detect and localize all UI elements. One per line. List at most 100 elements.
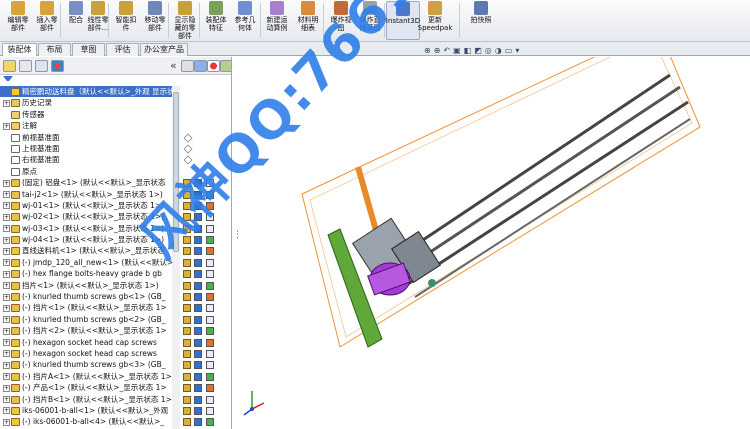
move-part-button[interactable]: 移动零 部件 <box>141 1 169 40</box>
tree-item[interactable]: 前视基准面 <box>0 132 180 143</box>
tree-item[interactable]: + (-) 挡片B<1> (默认<<默认>_显示状态 1> <box>0 394 180 405</box>
tree-item[interactable]: + iks-06001-b-all<1> (默认<<默认>_外观 <box>0 405 180 416</box>
expand-icon[interactable]: + <box>3 418 10 426</box>
property-manager-tab-icon[interactable] <box>19 60 32 72</box>
tree-item[interactable]: + (-) knurled thumb screws gb<2> (GB_ <box>0 314 180 325</box>
appearance-icon[interactable] <box>206 281 214 290</box>
appearance-icon[interactable] <box>206 395 214 404</box>
tab-2[interactable]: 布局 <box>38 43 71 56</box>
expand-icon[interactable]: + <box>3 396 10 404</box>
tree-item[interactable]: + 注解 <box>0 120 180 131</box>
speedpak-button[interactable]: 更新 Speedpak <box>418 1 452 40</box>
expand-icon[interactable]: + <box>3 179 10 187</box>
view-orientation-icon[interactable]: ◧ <box>464 46 472 58</box>
expand-icon[interactable]: + <box>3 339 10 347</box>
tab-1[interactable]: 装配体 <box>2 43 37 56</box>
tree-item[interactable]: + 挡片<1> (默认<<默认>_显示状态 1>) <box>0 280 180 291</box>
hide-show-items-icon[interactable]: ◎ <box>485 46 492 58</box>
tree-item[interactable]: 传感器 <box>0 109 180 120</box>
tab-5[interactable]: 办公室产品 <box>140 43 188 56</box>
filter-icon[interactable] <box>3 76 13 85</box>
display-mode-icon[interactable] <box>194 361 202 370</box>
collapse-panel-icon[interactable]: « <box>170 59 177 72</box>
panel-splitter-handle[interactable]: ⋮ <box>233 231 242 246</box>
expand-icon[interactable]: + <box>3 304 10 312</box>
display-mode-icon[interactable] <box>194 406 202 415</box>
appearance-icon[interactable] <box>206 258 214 267</box>
appearance-icon[interactable] <box>207 60 220 72</box>
reference-geometry-button[interactable]: 参考几 何体 <box>231 1 259 40</box>
display-mode-icon[interactable] <box>194 315 202 324</box>
scene-icon[interactable] <box>220 60 231 72</box>
snapshot-button[interactable]: 拍快照 <box>467 1 495 40</box>
expand-icon[interactable]: + <box>3 384 10 392</box>
display-mode-icon[interactable] <box>194 349 202 358</box>
expand-icon[interactable]: + <box>3 225 10 233</box>
display-mode-icon[interactable] <box>194 338 202 347</box>
smart-fastener-button[interactable]: 智能扣 件 <box>112 1 140 40</box>
appearance-icon[interactable] <box>206 349 214 358</box>
display-mode-icon[interactable] <box>194 293 202 302</box>
appearance-icon[interactable] <box>206 372 214 381</box>
display-mode-icon[interactable] <box>194 327 202 336</box>
tree-item[interactable]: + 历史记录 <box>0 97 180 108</box>
plane-visibility-icon[interactable] <box>183 133 193 143</box>
expand-icon[interactable]: + <box>3 191 10 199</box>
appearance-icon[interactable] <box>206 236 214 245</box>
tree-item[interactable]: + (-) iks-06001-b-all<4> (默认<<默认>_ <box>0 416 180 427</box>
expand-icon[interactable]: + <box>3 259 10 267</box>
tree-item[interactable]: 精密鹏动送料盘（默认<<默认>_外观 显示状 <box>0 86 180 98</box>
appearance-icon[interactable] <box>206 418 214 427</box>
expand-icon[interactable]: + <box>3 270 10 278</box>
expand-icon[interactable]: + <box>3 293 10 301</box>
expand-icon[interactable]: + <box>3 282 10 290</box>
tree-item[interactable]: + (-) jmdp_120_all_new<1> (默认<<默认>_ <box>0 257 180 268</box>
insert-part-button[interactable]: 插入零 部件 <box>33 1 61 40</box>
tree-item[interactable]: 上视基准面 <box>0 143 180 154</box>
appearance-icon[interactable] <box>206 304 214 313</box>
expand-icon[interactable]: + <box>3 373 10 381</box>
display-mode-icon[interactable] <box>194 304 202 313</box>
motion-study-button[interactable]: 新建运 动算例 <box>263 1 291 40</box>
appearance-icon[interactable] <box>206 406 214 415</box>
assembly-feature-button[interactable]: 装配体 特征 <box>202 1 230 40</box>
expand-icon[interactable]: + <box>3 202 10 210</box>
tree-item[interactable]: + (-) 产品<1> (默认<<默认>_显示状态 1> <box>0 382 180 393</box>
appearance-icon[interactable] <box>206 293 214 302</box>
filter-row[interactable] <box>0 75 182 86</box>
zoom-area-icon[interactable]: ⊕ <box>434 46 441 58</box>
appearance-icon[interactable] <box>206 338 214 347</box>
expand-icon[interactable]: + <box>3 361 10 369</box>
grid-icon[interactable] <box>181 60 194 72</box>
display-mode-icon[interactable] <box>194 258 202 267</box>
tree-item[interactable]: + (-) hex flange bolts-heavy grade b gb <box>0 268 180 279</box>
expand-icon[interactable]: + <box>3 407 10 415</box>
display-mode-icon[interactable] <box>194 372 202 381</box>
display-mode-icon[interactable] <box>194 281 202 290</box>
tree-item[interactable]: + (-) hexagon socket head cap screws <box>0 337 180 348</box>
tab-4[interactable]: 评估 <box>106 43 139 56</box>
tree-item[interactable]: + (-) 挡片A<1> (默认<<默认>_显示状态 1> <box>0 371 180 382</box>
edit-part-button[interactable]: 编辑零 部件 <box>4 1 32 40</box>
tab-3[interactable]: 草图 <box>72 43 105 56</box>
display-mode-icon[interactable] <box>194 395 202 404</box>
expand-icon[interactable]: + <box>3 236 10 244</box>
tree-item[interactable]: 原点 <box>0 166 180 177</box>
expand-icon[interactable]: + <box>3 213 10 221</box>
display-manager-tab-icon[interactable] <box>51 60 64 72</box>
show-hidden-button[interactable]: 显示隐 藏的零 部件 <box>171 1 199 40</box>
appearance-icon[interactable] <box>206 247 214 256</box>
apply-scene-icon[interactable]: ▭ <box>505 46 513 58</box>
expand-icon[interactable]: + <box>3 99 10 107</box>
display-style-icon[interactable]: ◩ <box>474 46 482 58</box>
display-pane-icon[interactable] <box>194 60 207 72</box>
display-mode-icon[interactable] <box>194 418 202 427</box>
display-mode-icon[interactable] <box>194 384 202 393</box>
tree-item[interactable]: + (-) 挡片<2> (默认<<默认>_显示状态 1> <box>0 325 180 336</box>
expand-icon[interactable]: + <box>3 350 10 358</box>
previous-view-icon[interactable]: ↶ <box>443 46 450 58</box>
zoom-to-fit-icon[interactable]: ⊕ <box>424 46 431 58</box>
tree-item[interactable]: 右视基准面 <box>0 154 180 165</box>
feature-manager-tab-icon[interactable] <box>3 60 16 72</box>
tree-item[interactable]: + (-) knurled thumb screws gb<1> (GB_ <box>0 291 180 302</box>
